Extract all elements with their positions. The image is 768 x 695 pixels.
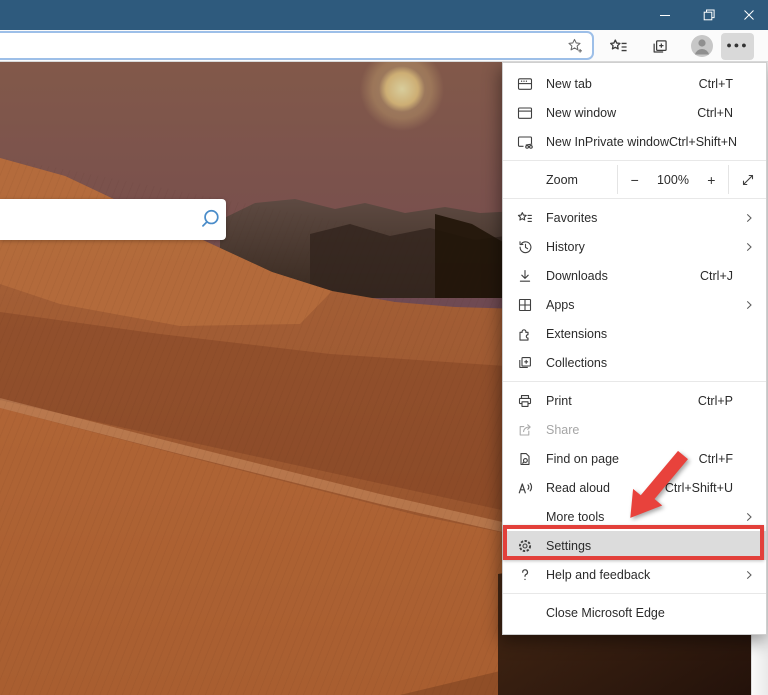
search-input[interactable] [0,210,197,229]
blank-icon [516,604,533,621]
restore-button[interactable] [694,0,724,30]
settings-gear-icon [516,537,533,554]
menu-item-label: Collections [546,355,608,370]
menu-item-new-window[interactable]: New window Ctrl+N [503,98,766,127]
menu-item-label: History [546,239,585,254]
chevron-right-icon [742,510,756,524]
find-on-page-icon [516,450,533,467]
menu-item-label: Help and feedback [546,567,651,582]
zoom-level: 100% [656,172,689,187]
menu-item-label: Find on page [546,451,619,466]
zoom-label: Zoom [546,172,578,187]
collections-icon [516,354,533,371]
print-icon [516,392,533,409]
menu-item-favorites[interactable]: Favorites [503,203,766,232]
new-window-icon [516,104,533,121]
chevron-right-icon [742,211,756,225]
menu-item-settings[interactable]: Settings [503,531,766,560]
restore-icon [703,9,715,21]
menu-item-shortcut: Ctrl+N [697,105,733,120]
menu-item-label: Extensions [546,326,608,341]
menu-item-label: Read aloud [546,480,610,495]
favorites-list-icon [609,39,627,52]
collections-icon [653,39,667,53]
menu-item-new-tab[interactable]: New tab Ctrl+T [503,69,766,98]
menu-item-share: Share [503,415,766,444]
menu-item-label: Apps [546,297,575,312]
menu-item-label: Favorites [546,210,598,225]
menu-item-print[interactable]: Print Ctrl+P [503,386,766,415]
close-button[interactable] [734,0,764,30]
zoom-controls: − 100% + [617,165,729,194]
browser-toolbar: ●●● [0,30,768,62]
menu-item-label: New InPrivate window [546,134,669,149]
favorites-icon [516,209,533,226]
extensions-icon [516,325,533,342]
edge-more-menu: New tab Ctrl+T New window Ctrl+N New InP… [502,62,767,635]
menu-item-shortcut: Ctrl+T [698,76,733,91]
collections-button[interactable] [646,33,674,60]
apps-icon [516,296,533,313]
read-aloud-icon [516,479,533,496]
zoom-in-button[interactable]: + [700,172,722,188]
menu-separator [503,593,766,594]
more-ellipsis-icon: ●●● [726,39,749,50]
favorites-list-button[interactable] [604,33,632,60]
menu-item-close-microsoft-edge[interactable]: Close Microsoft Edge [503,598,766,627]
minimize-button[interactable] [650,0,680,30]
menu-item-find-on-page[interactable]: Find on page Ctrl+F [503,444,766,473]
chevron-right-icon [742,240,756,254]
fullscreen-button[interactable] [729,165,766,194]
share-icon [516,421,533,438]
blank-icon [516,508,533,525]
menu-item-label: Downloads [546,268,608,283]
menu-item-apps[interactable]: Apps [503,290,766,319]
page-content: New tab Ctrl+T New window Ctrl+N New InP… [0,62,768,695]
history-icon [516,238,533,255]
fullscreen-icon [742,174,753,185]
help-icon [516,566,533,583]
menu-separator [503,160,766,161]
downloads-icon [516,267,533,284]
search-box[interactable] [0,199,226,240]
menu-item-label: New window [546,105,617,120]
menu-item-history[interactable]: History [503,232,766,261]
star-add-icon[interactable] [566,37,583,54]
chevron-right-icon [742,568,756,582]
menu-item-collections[interactable]: Collections [503,348,766,377]
menu-item-read-aloud[interactable]: Read aloud Ctrl+Shift+U [503,473,766,502]
title-bar [0,0,768,30]
close-icon [744,10,754,20]
menu-item-shortcut: Ctrl+Shift+N [668,134,738,149]
menu-item-shortcut: Ctrl+P [697,393,733,408]
menu-separator [503,198,766,199]
menu-item-shortcut: Ctrl+J [700,268,733,283]
address-input[interactable] [0,38,566,53]
inprivate-icon [516,133,533,150]
minimize-icon [660,15,670,16]
menu-item-label: Settings [546,538,592,553]
menu-item-extensions[interactable]: Extensions [503,319,766,348]
zoom-out-button[interactable]: − [624,172,646,188]
new-tab-icon [516,75,533,92]
menu-item-help-and-feedback[interactable]: Help and feedback [503,560,766,589]
address-bar[interactable] [0,31,594,60]
menu-item-label: New tab [546,76,592,91]
profile-avatar[interactable] [690,34,714,58]
menu-item-label: Close Microsoft Edge [546,605,665,620]
menu-item-new-inprivate-window[interactable]: New InPrivate window Ctrl+Shift+N [503,127,766,156]
menu-zoom-row: Zoom − 100% + [503,165,766,194]
menu-item-label: More tools [546,509,605,524]
menu-item-shortcut: Ctrl+Shift+U [664,480,733,495]
menu-item-downloads[interactable]: Downloads Ctrl+J [503,261,766,290]
menu-item-label: Print [546,393,572,408]
search-magnifier-icon[interactable] [197,207,222,232]
menu-item-more-tools[interactable]: More tools [503,502,766,531]
menu-item-label: Share [546,422,580,437]
menu-item-shortcut: Ctrl+F [698,451,733,466]
menu-separator [503,381,766,382]
chevron-right-icon [742,298,756,312]
more-menu-button[interactable]: ●●● [721,33,754,60]
